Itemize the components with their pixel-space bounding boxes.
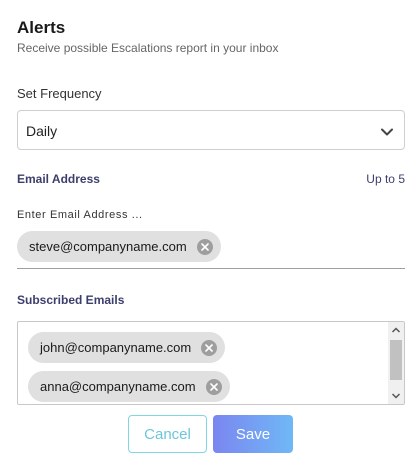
subscribed-emails-list: john@companyname.com anna@companyname.co… bbox=[17, 321, 405, 405]
email-input-underline[interactable] bbox=[17, 268, 405, 269]
subscribed-email-text: anna@companyname.com bbox=[40, 379, 196, 394]
scroll-up-arrow-icon[interactable] bbox=[388, 322, 404, 338]
subscribed-email-chip: john@companyname.com bbox=[28, 332, 226, 363]
close-circle-icon[interactable] bbox=[201, 339, 218, 356]
email-chip: steve@companyname.com bbox=[17, 231, 221, 262]
frequency-select[interactable]: Daily bbox=[17, 110, 405, 150]
list-scrollbar[interactable] bbox=[388, 322, 404, 404]
frequency-selected-value: Daily bbox=[26, 123, 58, 139]
email-address-label: Email Address bbox=[17, 172, 100, 186]
page-title: Alerts bbox=[17, 18, 66, 37]
scroll-down-arrow-icon[interactable] bbox=[388, 388, 404, 404]
subscribed-email-chip: anna@companyname.com bbox=[28, 371, 230, 402]
email-limit-text: Up to 5 bbox=[366, 172, 405, 186]
page-subtitle: Receive possible Escalations report in y… bbox=[17, 41, 279, 55]
subscribed-email-text: john@companyname.com bbox=[40, 340, 192, 355]
chevron-down-icon bbox=[381, 128, 393, 136]
subscribed-emails-label: Subscribed Emails bbox=[17, 293, 125, 307]
frequency-label: Set Frequency bbox=[17, 86, 102, 101]
scroll-thumb[interactable] bbox=[390, 340, 402, 380]
close-circle-icon[interactable] bbox=[205, 378, 222, 395]
close-circle-icon[interactable] bbox=[196, 238, 213, 255]
cancel-button[interactable]: Cancel bbox=[128, 415, 207, 453]
email-chip-text: steve@companyname.com bbox=[29, 239, 187, 254]
enter-email-label: Enter Email Address ... bbox=[17, 209, 143, 221]
save-button[interactable]: Save bbox=[213, 415, 293, 453]
